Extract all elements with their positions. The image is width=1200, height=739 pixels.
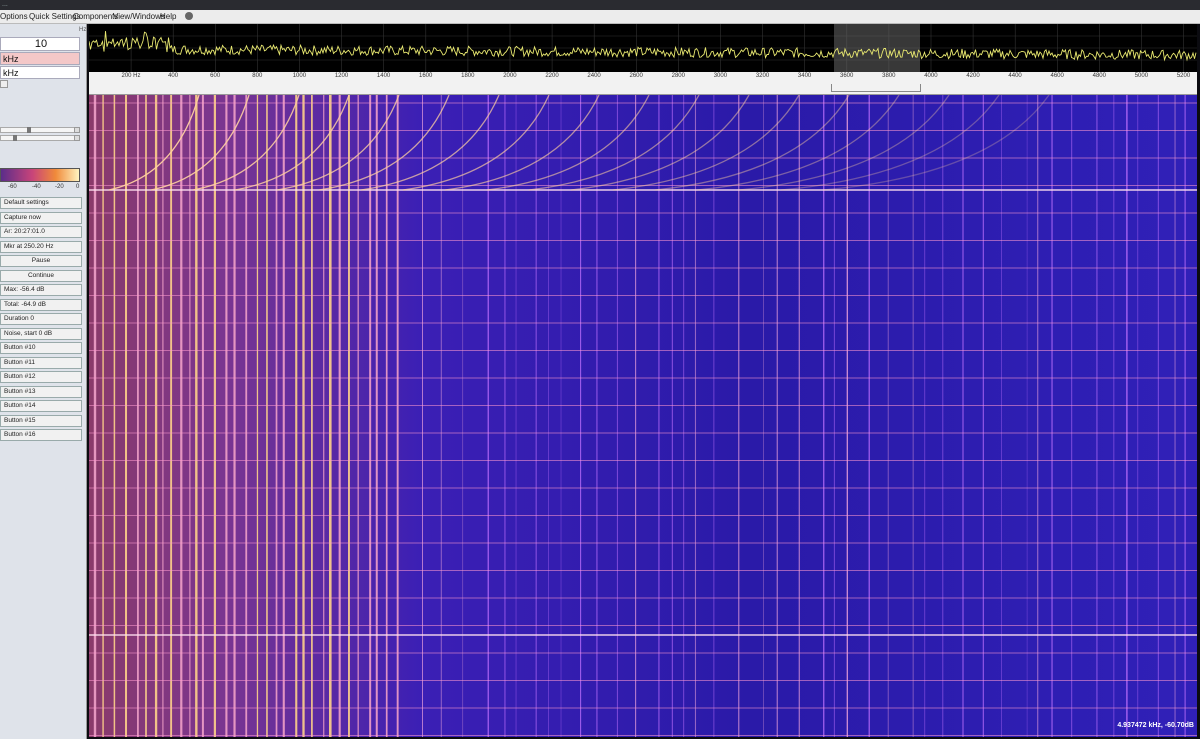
freq-tick-label: 4200 (966, 73, 980, 79)
selection-bracket[interactable] (831, 84, 921, 92)
waterfall-display[interactable] (89, 95, 1197, 737)
freq-tick-label: 4000 (924, 73, 938, 79)
freq-tick-label: 3600 (840, 73, 854, 79)
slider-knob[interactable] (27, 127, 31, 133)
freq-tick-label: 600 (210, 73, 221, 79)
small-toggle-button[interactable] (0, 80, 8, 88)
freq-tick-label: 1600 (419, 73, 433, 79)
button-11[interactable]: Button #11 (0, 356, 82, 369)
freq-tick-label: 1000 (292, 73, 307, 79)
total-readout-button[interactable]: Total: -64.9 dB (0, 298, 82, 311)
spectrum-selection-band (834, 24, 920, 72)
freq-tick-label: 1800 (461, 73, 475, 79)
freq-tick-label: 1200 (334, 73, 349, 79)
color-tick: -20 (55, 184, 64, 190)
freq-tick-label: 5200 (1176, 73, 1191, 79)
continue-button[interactable]: Continue (0, 269, 82, 282)
button-14[interactable]: Button #14 (0, 400, 82, 412)
button-list: Default settings Capture now Ar: 20:27:0… (0, 197, 82, 444)
slider-plus-button[interactable] (74, 127, 80, 133)
menu-help[interactable]: Help (160, 10, 176, 23)
freq-tick-label: 4600 (1050, 73, 1064, 79)
spectrum-trace (88, 31, 1197, 62)
default-settings-button[interactable]: Default settings (0, 197, 82, 209)
window-title: ... (2, 1, 8, 8)
time-readout-button[interactable]: Ar: 20:27:01.0 (0, 226, 82, 238)
freq-tick-label: 400 (168, 73, 179, 79)
freq-tick-label: 800 (252, 73, 263, 79)
capture-now-button[interactable]: Capture now (0, 211, 82, 224)
freq-tick-label: 2800 (671, 73, 685, 79)
button-13[interactable]: Button #13 (0, 385, 82, 398)
menu-options[interactable]: Options (0, 10, 28, 23)
frequency-axis[interactable]: 200 Hz 400 600 800 1000 1200 1400 1600 1800 2000 2… (89, 72, 1197, 95)
control-sidebar: 10 kHz kHz -60 -40 -20 0 Default setting… (0, 24, 87, 739)
freq-tick-label: 4800 (1092, 73, 1106, 79)
freq-tick-label: 3000 (713, 73, 728, 79)
waterfall-background (89, 95, 1197, 737)
color-tick: -40 (32, 184, 41, 190)
color-tick: 0 (76, 184, 80, 190)
duration-button[interactable]: Duration 0 (0, 313, 82, 325)
range-slider-2[interactable] (0, 135, 80, 141)
range-slider-1[interactable] (0, 127, 80, 133)
color-scale-ticks: -60 -40 -20 0 (0, 184, 80, 192)
cursor-readout: 4.937472 kHz, -60.70dB (1117, 722, 1194, 729)
title-bar: ... (0, 0, 1200, 10)
record-indicator-icon[interactable] (185, 12, 193, 20)
value-input[interactable]: 10 (0, 37, 80, 51)
slider-knob[interactable] (13, 135, 17, 141)
button-12[interactable]: Button #12 (0, 371, 82, 383)
freq-tick-label: 2200 (545, 73, 559, 79)
freq-tick-label: 200 Hz (121, 73, 141, 79)
spectrum-plot[interactable] (88, 24, 1197, 72)
freq-tick-label: 5000 (1134, 73, 1149, 79)
menu-view-windows[interactable]: View/Windows (113, 10, 165, 23)
max-readout-button[interactable]: Max: -56.4 dB (0, 284, 82, 296)
button-15[interactable]: Button #15 (0, 414, 82, 427)
freq-tick-label: 2000 (503, 73, 517, 79)
color-tick: -60 (8, 184, 17, 190)
button-10[interactable]: Button #10 (0, 342, 82, 354)
freq-tick-label: 4400 (1008, 73, 1022, 79)
menu-bar: Options Quick Settings Components View/W… (0, 10, 1200, 24)
freq-tick-label: 3800 (882, 73, 896, 79)
spectrum-display[interactable] (88, 24, 1197, 72)
freq-tick-label: 2600 (629, 73, 643, 79)
menu-components[interactable]: Components (73, 10, 118, 23)
color-scale-bar (0, 168, 80, 182)
frequency-field-2[interactable]: kHz (0, 66, 80, 79)
freq-tick-label: 1400 (376, 73, 391, 79)
freq-tick-label: 2400 (587, 73, 601, 79)
freq-tick-label: 3200 (755, 73, 770, 79)
slider-plus-button[interactable] (74, 135, 80, 141)
frequency-field-1[interactable]: kHz (0, 52, 80, 65)
spectrum-unit-label: Hz (79, 27, 87, 33)
freq-tick-label: 3400 (797, 73, 812, 79)
button-16[interactable]: Button #16 (0, 429, 82, 441)
pause-button[interactable]: Pause (0, 255, 82, 267)
waterfall-plot[interactable] (89, 95, 1197, 737)
noise-start-button[interactable]: Noise, start 0 dB (0, 327, 82, 340)
marker-button[interactable]: Mkr at 250.20 Hz (0, 240, 82, 253)
